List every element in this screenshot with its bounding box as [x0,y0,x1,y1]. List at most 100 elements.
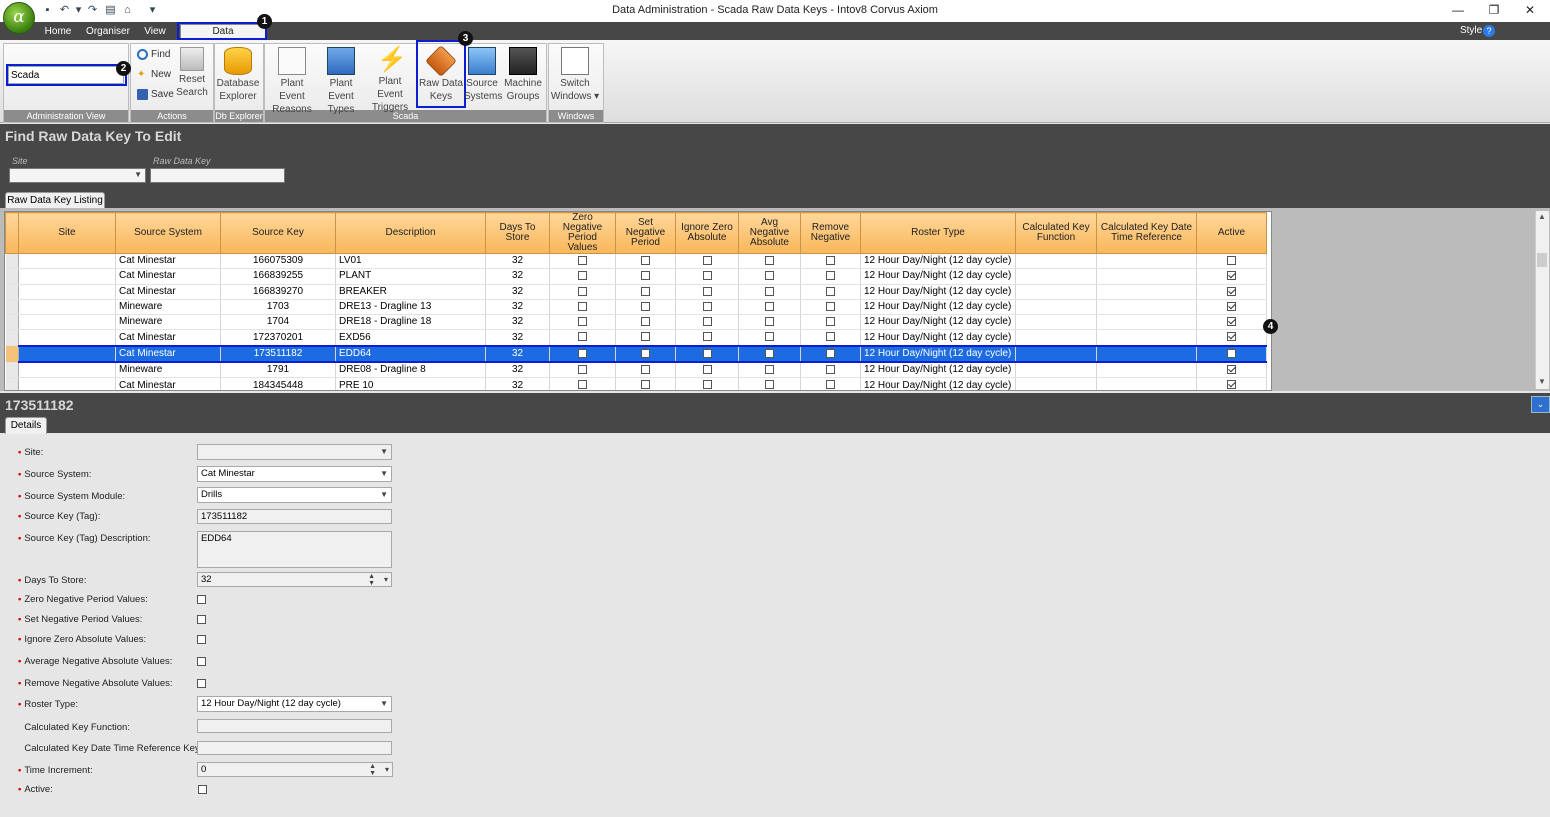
table-row[interactable]: Mineware 1703 DRE13 - Dragline 13 32 12 Hour… [5,299,1267,316]
table-row[interactable]: Cat Minestar 184345448 PRE 10 32 12 Hour Day… [5,377,1267,390]
cell-days-to-store[interactable]: 32 [485,253,550,270]
machine-groups-button[interactable]: Machine Groups [503,47,543,103]
cell-roster-type[interactable]: 12 Hour Day/Night (12 day cycle) [860,329,1016,347]
cell-source-key[interactable]: 172370201 [220,329,336,347]
col-header-zero-negative[interactable]: Zero Negative Period Values [549,212,616,254]
cell-calculated-key-datetime[interactable] [1096,253,1197,270]
zero-negative-checkbox[interactable] [578,380,587,390]
cell-days-to-store[interactable]: 32 [485,377,550,390]
cell-ignore-zero[interactable] [675,314,739,331]
row-header[interactable] [5,314,19,331]
save-qat-icon[interactable]: ▪ [41,4,54,17]
cell-set-negative[interactable] [615,329,676,347]
tab-home[interactable]: Home [40,25,76,38]
cell-active[interactable] [1196,329,1267,347]
source-system-dropdown[interactable]: Cat Minestar ▼ [197,466,392,482]
active-checkbox[interactable] [1227,380,1236,390]
col-header-description[interactable]: Description [335,212,486,254]
zero-negative-checkbox[interactable] [578,348,587,358]
cell-calculated-key-datetime[interactable] [1096,362,1197,379]
cell-active[interactable] [1196,268,1267,285]
cell-roster-type[interactable]: 12 Hour Day/Night (12 day cycle) [860,268,1016,285]
zero-negative-checkbox[interactable] [578,271,587,281]
cell-source-key[interactable]: 166839270 [220,284,336,300]
remove-negative-checkbox[interactable] [826,256,835,265]
active-checkbox[interactable] [1227,301,1236,311]
time-increment-spinner[interactable]: 0 ▲ ▼ ▾ [197,762,393,777]
cell-description[interactable]: DRE13 - Dragline 13 [335,299,486,316]
cell-source-system[interactable]: Mineware [115,362,221,379]
table-row[interactable]: Cat Minestar 173511182 EDD64 32 12 Hour Day/… [5,344,1267,364]
cell-source-system[interactable]: Mineware [115,314,221,331]
roster-type-dropdown[interactable]: 12 Hour Day/Night (12 day cycle) ▼ [197,696,392,712]
source-key-input[interactable]: 173511182 [197,509,392,524]
tab-raw-data-key-listing[interactable]: Raw Data Key Listing [5,192,105,209]
cell-ignore-zero[interactable] [675,284,739,300]
cell-site[interactable] [18,284,116,300]
site-dropdown[interactable]: ▼ [197,444,392,460]
cell-description[interactable]: BREAKER [335,284,486,300]
find-button[interactable]: Find [137,46,170,64]
cell-calculated-key-datetime[interactable] [1096,314,1197,331]
zero-negative-checkbox[interactable] [578,256,587,265]
col-header-avg-negative[interactable]: Avg Negative Absolute [738,212,801,254]
zero-negative-checkbox[interactable] [578,301,587,311]
cell-roster-type[interactable]: 12 Hour Day/Night (12 day cycle) [860,344,1016,364]
remove-negative-checkbox[interactable] [826,380,835,390]
source-key-description-textarea[interactable]: EDD64 [197,531,392,568]
col-header-remove-negative[interactable]: Remove Negative [800,212,861,254]
cell-ignore-zero[interactable] [675,329,739,347]
remove-negative-checkbox[interactable] [826,301,835,311]
cell-remove-negative[interactable] [800,362,861,379]
col-header-set-negative[interactable]: Set Negative Period [615,212,676,254]
active-checkbox[interactable] [1227,286,1236,296]
set-negative-checkbox[interactable] [641,317,650,327]
spin-arrows-icon[interactable]: ▲ ▼ [368,573,375,587]
tab-details[interactable]: Details [5,417,47,434]
avg-negative-checkbox[interactable] [765,271,774,281]
cell-ignore-zero[interactable] [675,377,739,390]
ignore-zero-checkbox[interactable] [702,380,712,390]
cell-calculated-key-function[interactable] [1015,377,1097,390]
cell-remove-negative[interactable] [800,314,861,331]
cell-roster-type[interactable]: 12 Hour Day/Night (12 day cycle) [860,314,1016,331]
cell-zero-negative[interactable] [549,268,616,285]
cell-avg-negative[interactable] [738,299,801,316]
cell-set-negative[interactable] [615,344,676,364]
zero-negative-checkbox[interactable] [578,365,587,375]
cell-description[interactable]: PRE 10 [335,377,486,390]
active-checkbox[interactable] [1227,317,1236,327]
cell-remove-negative[interactable] [800,329,861,347]
cell-active[interactable] [1196,299,1267,316]
cell-days-to-store[interactable]: 32 [485,284,550,300]
cell-source-key[interactable]: 166839255 [220,268,336,285]
cell-active[interactable] [1196,314,1267,331]
ignore-zero-checkbox[interactable] [197,633,206,645]
row-header[interactable] [5,268,19,285]
cell-avg-negative[interactable] [738,284,801,300]
cell-source-system[interactable]: Cat Minestar [115,344,221,364]
cell-remove-negative[interactable] [800,299,861,316]
avg-negative-checkbox[interactable] [765,380,774,390]
restore-button[interactable]: ❐ [1484,3,1504,19]
ignore-zero-checkbox[interactable] [702,286,712,296]
cell-source-key[interactable]: 1704 [220,314,336,331]
cell-zero-negative[interactable] [549,284,616,300]
row-header[interactable] [5,299,19,316]
remove-negative-checkbox[interactable] [826,365,835,375]
avg-negative-checkbox[interactable] [765,301,774,311]
cell-description[interactable]: DRE08 - Dragline 8 [335,362,486,379]
cell-site[interactable] [18,299,116,316]
cell-source-system[interactable]: Mineware [115,299,221,316]
table-row[interactable]: Cat Minestar 172370201 EXD56 32 12 Hour Day/… [5,329,1267,347]
close-button[interactable]: ✕ [1520,3,1540,19]
cell-source-key[interactable]: 166075309 [220,253,336,270]
cell-remove-negative[interactable] [800,253,861,270]
minimize-button[interactable]: — [1448,3,1468,19]
cell-set-negative[interactable] [615,268,676,285]
set-negative-checkbox[interactable] [641,256,650,265]
ignore-zero-checkbox[interactable] [702,301,712,311]
zero-negative-checkbox[interactable] [197,593,206,605]
row-header[interactable] [5,329,19,347]
switch-windows-button[interactable]: Switch Windows ▾ [550,47,600,103]
